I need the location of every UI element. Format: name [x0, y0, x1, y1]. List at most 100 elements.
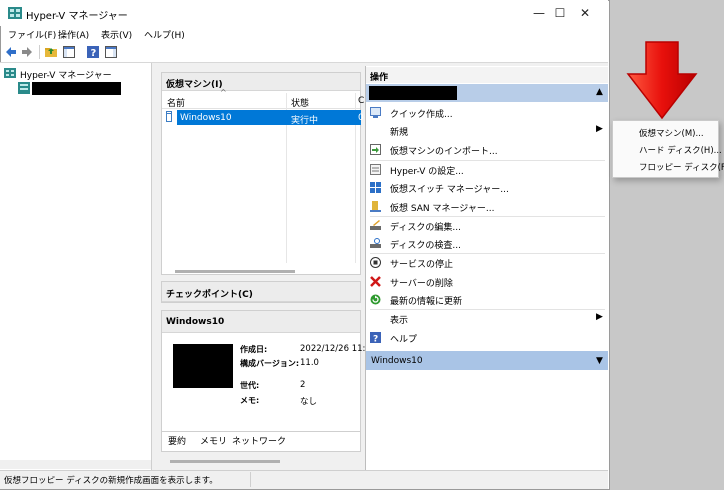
action-label: クイック作成...: [390, 110, 453, 120]
action-import-vm[interactable]: 仮想マシンのインポート...: [370, 141, 605, 159]
action-virtual-san[interactable]: 仮想 SAN マネージャー...: [370, 198, 605, 216]
window-title: Hyper-V マネージャー: [26, 11, 128, 22]
vm-running-icon: [166, 111, 172, 122]
expand-down-icon[interactable]: ▼: [596, 356, 603, 366]
action-label: サービスの停止: [390, 260, 454, 270]
field-value-created: 2022/12/26 11:: [300, 344, 366, 354]
help-icon[interactable]: ?: [87, 46, 99, 58]
action-label: ディスクの編集...: [390, 223, 461, 233]
submenu-arrow-icon: ▶: [596, 312, 603, 322]
action-refresh[interactable]: 最新の情報に更新: [370, 291, 605, 309]
vm-thumbnail[interactable]: [173, 344, 233, 388]
virtual-machines-header: 仮想マシン(I): [162, 73, 360, 91]
field-label-config-version: 構成バージョン:: [240, 359, 300, 368]
annotation-down-arrow-icon: [626, 41, 698, 120]
submenu-item-floppy-disk[interactable]: フロッピー ディスク(F)...: [639, 161, 724, 173]
tab-divider: [162, 431, 360, 432]
action-label: ディスクの検査...: [390, 241, 461, 251]
status-divider: [250, 472, 251, 487]
action-remove-server[interactable]: サーバーの削除: [370, 273, 605, 291]
menu-action[interactable]: 操作(A): [58, 28, 89, 41]
back-arrow-icon[interactable]: [5, 46, 17, 58]
edit-disk-icon: [370, 220, 381, 230]
import-vm-icon: [370, 144, 381, 155]
field-label-notes: メモ:: [240, 396, 260, 405]
details-header: Windows10: [162, 311, 360, 333]
vm-horizontal-scrollbar[interactable]: [175, 270, 295, 273]
tab-network[interactable]: ネットワーク: [232, 434, 286, 448]
action-help[interactable]: ? ヘルプ: [370, 329, 605, 347]
up-folder-icon[interactable]: [45, 46, 57, 58]
actions-vm-section-label: Windows10: [371, 356, 423, 366]
vm-column-header-row: [162, 92, 360, 109]
show-hide-action-pane-icon[interactable]: [105, 46, 117, 58]
virtual-switch-icon: [370, 182, 381, 193]
vm-row-cpu: 0: [358, 113, 364, 123]
field-label-created: 作成日:: [240, 345, 268, 354]
action-view[interactable]: 表示 ▶: [370, 310, 605, 328]
action-label: Hyper-V の設定...: [390, 167, 464, 177]
tree-root-label[interactable]: Hyper-V マネージャー: [20, 68, 112, 81]
action-label: 新規: [390, 128, 409, 138]
action-hyperv-settings[interactable]: Hyper-V の設定...: [370, 161, 605, 179]
tree-scrollbar[interactable]: [0, 460, 151, 469]
tree-server-item-redacted[interactable]: [32, 82, 121, 95]
action-edit-disk[interactable]: ディスクの編集...: [370, 217, 605, 235]
actions-header: 操作: [366, 67, 608, 83]
forward-arrow-icon[interactable]: [21, 46, 33, 58]
refresh-icon: [370, 294, 381, 305]
collapse-up-icon[interactable]: ▲: [596, 87, 603, 97]
vm-row-name: Windows10: [180, 113, 232, 123]
action-label: 表示: [390, 316, 409, 326]
menu-view[interactable]: 表示(V): [101, 28, 132, 41]
action-quick-create[interactable]: クイック作成...: [370, 104, 605, 122]
action-label: 最新の情報に更新: [390, 297, 463, 307]
action-inspect-disk[interactable]: ディスクの検査...: [370, 235, 605, 253]
help-icon: ?: [370, 332, 381, 343]
menu-help[interactable]: ヘルプ(H): [144, 28, 185, 41]
navigation-tree: [0, 63, 152, 470]
vm-row-state: 実行中: [291, 116, 319, 126]
server-icon: [18, 82, 30, 94]
virtual-san-icon: [370, 201, 381, 212]
checkpoints-header: チェックポイント(C): [162, 282, 360, 302]
field-value-config-version: 11.0: [300, 358, 319, 368]
submenu-arrow-icon: ▶: [596, 124, 603, 134]
tab-memory[interactable]: メモリ: [200, 434, 227, 448]
remove-server-icon: [370, 276, 381, 287]
tab-summary[interactable]: 要約: [168, 434, 186, 448]
action-virtual-switch[interactable]: 仮想スイッチ マネージャー...: [370, 179, 605, 197]
col-name[interactable]: 名前: [167, 96, 185, 109]
action-label: 仮想マシンのインポート...: [390, 147, 498, 157]
status-text: 仮想フロッピー ディスクの新規作成画面を表示します。: [4, 476, 218, 486]
hyperv-app-icon: [8, 7, 22, 19]
show-hide-tree-icon[interactable]: [63, 46, 75, 58]
details-horizontal-scrollbar[interactable]: [170, 460, 280, 463]
stop-service-icon: [370, 257, 381, 268]
svg-text:?: ?: [373, 335, 378, 344]
close-button[interactable]: ✕: [562, 0, 608, 26]
inspect-disk-icon: [370, 238, 381, 248]
submenu-item-hard-disk[interactable]: ハード ディスク(H)...: [639, 144, 722, 156]
action-label: 仮想 SAN マネージャー...: [390, 204, 495, 214]
action-stop-service[interactable]: サービスの停止: [370, 254, 605, 272]
actions-server-name-redacted: [369, 86, 457, 100]
action-label: ヘルプ: [390, 335, 418, 345]
action-label: 仮想スイッチ マネージャー...: [390, 185, 509, 195]
field-label-generation: 世代:: [240, 381, 260, 390]
action-label: サーバーの削除: [390, 279, 453, 289]
submenu-item-virtual-machine[interactable]: 仮想マシン(M)...: [639, 127, 704, 139]
col-state[interactable]: 状態: [291, 96, 309, 109]
quick-create-icon: [370, 107, 381, 118]
toolbar-separator: [39, 45, 40, 59]
col-cpu[interactable]: C: [358, 96, 364, 106]
action-new[interactable]: 新規 ▶: [370, 122, 605, 140]
field-value-notes: なし: [300, 397, 318, 407]
hyperv-settings-icon: [370, 164, 381, 175]
svg-text:?: ?: [91, 48, 97, 58]
hyperv-root-icon: [4, 68, 16, 78]
field-value-generation: 2: [300, 380, 306, 390]
sort-ascending-icon: ^: [220, 88, 227, 97]
menu-bar: [0, 26, 608, 42]
menu-file[interactable]: ファイル(F): [8, 28, 56, 41]
